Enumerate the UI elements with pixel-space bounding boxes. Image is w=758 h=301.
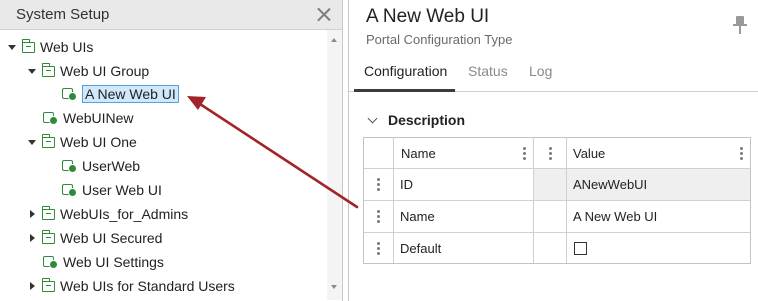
folder-icon (41, 229, 55, 244)
tree-item-user-web-ui[interactable]: User Web UI (62, 180, 162, 200)
chevron-down-icon[interactable] (367, 113, 378, 123)
folder-icon (41, 62, 55, 77)
tree-item-web-ui-settings[interactable]: Web UI Settings (43, 252, 164, 272)
expand-caret-icon[interactable] (28, 139, 36, 145)
tree-item-webuinew[interactable]: WebUINew (43, 108, 134, 128)
tree-item-label: Web UI Group (60, 63, 150, 79)
property-value: ANewWebUI (573, 177, 648, 192)
property-value: A New Web UI (573, 209, 658, 224)
table-row-default-value (567, 233, 750, 263)
collapse-caret-icon[interactable] (30, 282, 35, 290)
column-header-value[interactable]: Value (567, 138, 750, 169)
drag-handle-icon[interactable] (377, 210, 380, 223)
tree-item-web-ui-secured[interactable]: Web UI Secured (29, 228, 162, 248)
tree-item-userweb[interactable]: UserWeb (62, 156, 140, 176)
property-name: Default (400, 240, 442, 256)
tree-item-label: UserWeb (82, 158, 141, 174)
scroll-down-arrow-icon[interactable] (331, 285, 337, 289)
web-ui-icon (62, 87, 77, 102)
tree-item-label: Web UI One (60, 134, 137, 150)
table-row-id-name: ID (394, 169, 534, 201)
tree-item-label: Web UIs for Standard Users (60, 278, 235, 294)
active-tab-indicator (354, 89, 455, 92)
tab-bar: Configuration Status Log (349, 60, 758, 92)
tab-log[interactable]: Log (529, 63, 552, 79)
row-spacer (534, 201, 567, 233)
table-row-default-name: Default (394, 233, 534, 263)
row-spacer (534, 169, 567, 201)
row-handle-header (364, 138, 394, 169)
column-menu-icon[interactable] (523, 146, 526, 160)
scroll-up-arrow-icon[interactable] (331, 38, 337, 42)
tab-status[interactable]: Status (468, 63, 508, 79)
tree-item-label: WebUIs_for_Admins (60, 206, 189, 222)
description-grid: Name Value ID ANewWebUI Name A New Web U… (363, 137, 751, 264)
tree-item-label-selected: A New Web UI (82, 85, 179, 103)
column-header-spacer (534, 138, 567, 169)
folder-icon (41, 277, 55, 292)
tab-configuration[interactable]: Configuration (364, 63, 447, 79)
page-title: A New Web UI (366, 6, 490, 27)
row-drag-handle[interactable] (364, 201, 394, 233)
page-subtitle: Portal Configuration Type (366, 32, 513, 47)
drag-handle-icon[interactable] (377, 178, 380, 191)
web-ui-icon (43, 255, 58, 270)
system-setup-panel: System Setup Web UIs Web UI Group A New … (0, 0, 343, 301)
column-menu-icon[interactable] (548, 146, 552, 160)
web-ui-icon (43, 111, 58, 126)
description-section-header[interactable]: Description (367, 112, 466, 128)
folder-icon (41, 133, 55, 148)
table-row-name-name: Name (394, 201, 534, 233)
table-row-id-value: ANewWebUI (567, 169, 750, 201)
folder-icon (41, 205, 55, 220)
folder-icon (21, 38, 35, 53)
column-header-name[interactable]: Name (394, 138, 534, 169)
row-spacer (534, 233, 567, 263)
tree-item-web-ui-one[interactable]: Web UI One (28, 132, 137, 152)
default-checkbox[interactable] (574, 241, 587, 255)
close-icon[interactable] (315, 6, 333, 24)
tree-item-webuis-for-admins[interactable]: WebUIs_for_Admins (29, 204, 188, 224)
tree-item-a-new-web-ui[interactable]: A New Web UI (62, 84, 179, 104)
web-ui-icon (62, 159, 77, 174)
system-setup-title: System Setup (16, 6, 110, 23)
vertical-scrollbar[interactable] (327, 30, 342, 300)
tree-item-label: Web UI Settings (63, 254, 164, 270)
collapse-caret-icon[interactable] (30, 210, 35, 218)
row-drag-handle[interactable] (364, 233, 394, 263)
column-header-label: Value (573, 145, 606, 161)
system-setup-header: System Setup (0, 0, 342, 30)
tree-item-label: Web UI Secured (60, 230, 163, 246)
drag-handle-icon[interactable] (377, 241, 380, 255)
property-name: Name (400, 209, 435, 224)
web-ui-icon (62, 183, 77, 198)
tree-item-label: Web UIs (40, 39, 94, 55)
section-title: Description (388, 112, 466, 128)
expand-caret-icon[interactable] (8, 44, 16, 50)
detail-panel: A New Web UI Portal Configuration Type C… (348, 0, 758, 301)
table-row-name-value[interactable]: A New Web UI (567, 201, 750, 233)
row-drag-handle[interactable] (364, 169, 394, 201)
pin-icon[interactable] (733, 16, 747, 34)
tree-item-web-uis[interactable]: Web UIs (8, 37, 93, 57)
tree-item-label: User Web UI (82, 182, 162, 198)
tree-item-web-uis-for-standard-users[interactable]: Web UIs for Standard Users (29, 276, 235, 296)
property-name: ID (400, 177, 413, 192)
tree-item-web-ui-group[interactable]: Web UI Group (28, 61, 149, 81)
column-menu-icon[interactable] (740, 146, 743, 160)
collapse-caret-icon[interactable] (30, 234, 35, 242)
tree-item-label: WebUINew (63, 110, 134, 126)
expand-caret-icon[interactable] (28, 68, 36, 74)
column-header-label: Name (401, 145, 436, 161)
